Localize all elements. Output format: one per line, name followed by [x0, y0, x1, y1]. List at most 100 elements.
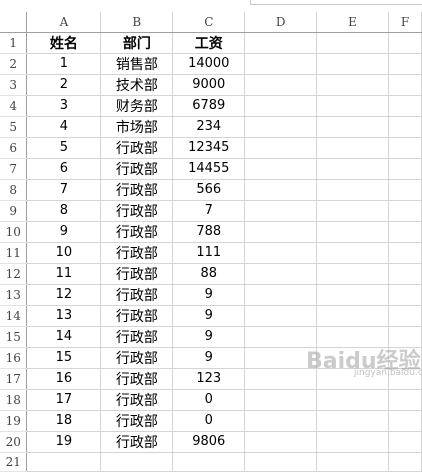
- row-header[interactable]: 16: [0, 347, 28, 369]
- cell-salary[interactable]: 0: [172, 389, 246, 411]
- cell-empty[interactable]: [244, 95, 318, 117]
- cell-empty[interactable]: [388, 137, 422, 159]
- cell-empty[interactable]: [244, 347, 318, 369]
- cell-empty[interactable]: [244, 305, 318, 327]
- cell-salary[interactable]: 14455: [172, 158, 246, 180]
- cell-empty[interactable]: [316, 263, 389, 285]
- cell-name[interactable]: 13: [26, 305, 102, 327]
- cell-empty[interactable]: [388, 95, 422, 117]
- cell-salary[interactable]: 7: [172, 200, 246, 222]
- cell-department[interactable]: 财务部: [100, 95, 174, 117]
- cell-empty[interactable]: [316, 242, 389, 264]
- cell-department[interactable]: 行政部: [100, 200, 174, 222]
- row-header[interactable]: 13: [0, 284, 28, 306]
- cell-name[interactable]: 2: [26, 74, 102, 96]
- cell-empty[interactable]: [388, 263, 422, 285]
- cell-empty[interactable]: [244, 200, 318, 222]
- cell-empty[interactable]: [244, 410, 318, 432]
- cell-empty[interactable]: [388, 431, 422, 453]
- column-header-e[interactable]: E: [316, 12, 389, 33]
- cell-empty[interactable]: [388, 305, 422, 327]
- row-header[interactable]: 2: [0, 53, 28, 75]
- cell-department[interactable]: 行政部: [100, 389, 174, 411]
- cell-salary[interactable]: 9: [172, 347, 246, 369]
- cell-salary[interactable]: 123: [172, 368, 246, 390]
- cell-empty[interactable]: [388, 32, 422, 54]
- cell-empty[interactable]: [244, 368, 318, 390]
- row-header[interactable]: 11: [0, 242, 28, 264]
- row-header[interactable]: 4: [0, 95, 28, 117]
- cell-empty[interactable]: [316, 95, 389, 117]
- cell-salary[interactable]: 88: [172, 263, 246, 285]
- cell-empty[interactable]: [244, 221, 318, 243]
- row-header[interactable]: 7: [0, 158, 28, 180]
- cell-department[interactable]: 市场部: [100, 116, 174, 138]
- cell-department[interactable]: 行政部: [100, 431, 174, 453]
- cell-department[interactable]: 行政部: [100, 242, 174, 264]
- cell-empty[interactable]: [244, 53, 318, 75]
- cell-empty[interactable]: [26, 452, 102, 472]
- cell-empty[interactable]: [316, 284, 389, 306]
- cell-name[interactable]: 4: [26, 116, 102, 138]
- cell-empty[interactable]: [316, 368, 389, 390]
- cell-empty[interactable]: [244, 431, 318, 453]
- row-header[interactable]: 19: [0, 410, 28, 432]
- cell-empty[interactable]: [244, 389, 318, 411]
- cell-department[interactable]: 行政部: [100, 137, 174, 159]
- cell-name[interactable]: 19: [26, 431, 102, 453]
- cell-name[interactable]: 12: [26, 284, 102, 306]
- cell-name[interactable]: 15: [26, 347, 102, 369]
- cell-name-header[interactable]: 姓名: [26, 32, 102, 54]
- cell-empty[interactable]: [244, 32, 318, 54]
- cell-department[interactable]: 行政部: [100, 326, 174, 348]
- cell-empty[interactable]: [316, 137, 389, 159]
- cell-department[interactable]: 行政部: [100, 221, 174, 243]
- cell-empty[interactable]: [316, 74, 389, 96]
- row-header[interactable]: 3: [0, 74, 28, 96]
- cell-salary[interactable]: 9000: [172, 74, 246, 96]
- cell-salary[interactable]: 9: [172, 284, 246, 306]
- cell-empty[interactable]: [388, 221, 422, 243]
- cell-empty[interactable]: [316, 452, 389, 472]
- cell-empty[interactable]: [388, 53, 422, 75]
- row-header[interactable]: 1: [0, 32, 28, 54]
- column-header-b[interactable]: B: [100, 12, 174, 33]
- cell-empty[interactable]: [388, 200, 422, 222]
- cell-name[interactable]: 6: [26, 158, 102, 180]
- cell-empty[interactable]: [388, 242, 422, 264]
- cell-name[interactable]: 16: [26, 368, 102, 390]
- cell-name[interactable]: 3: [26, 95, 102, 117]
- column-header-f[interactable]: F: [388, 12, 422, 33]
- row-header[interactable]: 8: [0, 179, 28, 201]
- row-header[interactable]: 18: [0, 389, 28, 411]
- cell-empty[interactable]: [316, 200, 389, 222]
- cell-name[interactable]: 18: [26, 410, 102, 432]
- cell-empty[interactable]: [316, 116, 389, 138]
- cell-empty[interactable]: [388, 116, 422, 138]
- row-header[interactable]: 20: [0, 431, 28, 453]
- cell-empty[interactable]: [316, 179, 389, 201]
- cell-department[interactable]: 行政部: [100, 347, 174, 369]
- cell-empty[interactable]: [244, 158, 318, 180]
- cell-department[interactable]: 行政部: [100, 158, 174, 180]
- cell-empty[interactable]: [244, 452, 318, 472]
- cell-empty[interactable]: [388, 179, 422, 201]
- cell-salary[interactable]: 788: [172, 221, 246, 243]
- cell-salary-header[interactable]: 工资: [172, 32, 246, 54]
- row-header[interactable]: 15: [0, 326, 28, 348]
- cell-name[interactable]: 1: [26, 53, 102, 75]
- cell-empty[interactable]: [244, 284, 318, 306]
- cell-department[interactable]: 行政部: [100, 368, 174, 390]
- row-header[interactable]: 6: [0, 137, 28, 159]
- cell-salary[interactable]: 14000: [172, 53, 246, 75]
- cell-empty[interactable]: [316, 305, 389, 327]
- cell-name[interactable]: 9: [26, 221, 102, 243]
- cell-empty[interactable]: [244, 116, 318, 138]
- cell-department-header[interactable]: 部门: [100, 32, 174, 54]
- cell-empty[interactable]: [388, 284, 422, 306]
- cell-salary[interactable]: 0: [172, 410, 246, 432]
- cell-department[interactable]: 行政部: [100, 179, 174, 201]
- row-header[interactable]: 5: [0, 116, 28, 138]
- cell-department[interactable]: 行政部: [100, 410, 174, 432]
- cell-name[interactable]: 7: [26, 179, 102, 201]
